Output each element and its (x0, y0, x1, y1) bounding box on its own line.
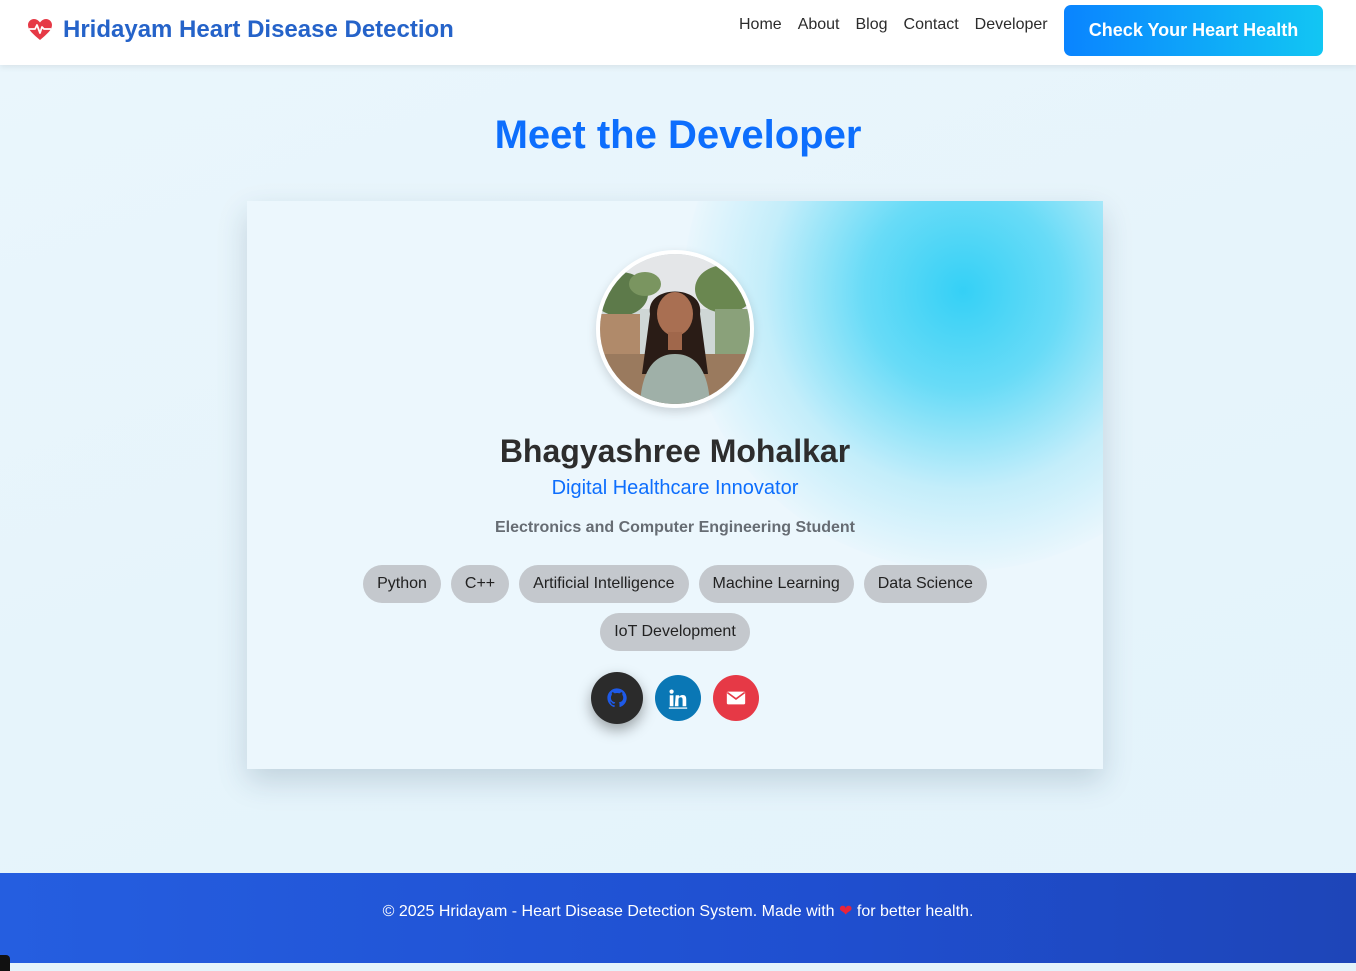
developer-card: Bhagyashree Mohalkar Digital Healthcare … (247, 201, 1103, 769)
developer-role: Digital Healthcare Innovator (551, 477, 799, 499)
footer: © 2025 Hridayam - Heart Disease Detectio… (0, 873, 1356, 963)
github-icon (606, 687, 628, 709)
social-links (247, 672, 1103, 724)
nav-developer[interactable]: Developer (975, 16, 1048, 34)
github-link[interactable] (591, 672, 643, 724)
card-glow-decoration (683, 201, 1103, 571)
skill-chip: IoT Development (600, 613, 750, 651)
heart-pulse-icon (27, 18, 53, 42)
nav-blog[interactable]: Blog (856, 16, 888, 34)
nav-contact[interactable]: Contact (904, 16, 959, 34)
check-heart-health-button[interactable]: Check Your Heart Health (1064, 5, 1323, 56)
linkedin-icon (667, 687, 689, 709)
skill-chip: C++ (450, 565, 510, 603)
footer-copyright: © 2025 Hridayam - Heart Disease Detectio… (382, 903, 835, 920)
skills-list: Python C++ Artificial Intelligence Machi… (347, 565, 1003, 651)
email-link[interactable] (713, 675, 759, 721)
skill-chip: Data Science (863, 565, 987, 603)
skill-chip: Python (363, 565, 441, 603)
linkedin-link[interactable] (655, 675, 701, 721)
developer-name: Bhagyashree Mohalkar (499, 433, 851, 469)
footer-text: © 2025 Hridayam - Heart Disease Detectio… (0, 901, 1356, 921)
skill-chip: Artificial Intelligence (519, 565, 689, 603)
skill-chip: Machine Learning (698, 565, 854, 603)
main-nav: Home About Blog Contact Developer (739, 16, 1048, 34)
nav-home[interactable]: Home (739, 16, 782, 34)
heart-icon: ❤ (839, 903, 853, 920)
nav-about[interactable]: About (798, 16, 840, 34)
developer-avatar (596, 250, 754, 408)
developer-education: Electronics and Computer Engineering Stu… (494, 519, 856, 536)
footer-tagline: for better health. (856, 903, 974, 920)
corner-widget (0, 955, 10, 971)
email-icon (725, 687, 747, 709)
brand-title: Hridayam Heart Disease Detection (63, 16, 454, 43)
page-title: Meet the Developer (494, 113, 862, 157)
navbar: Hridayam Heart Disease Detection Home Ab… (0, 0, 1356, 65)
brand[interactable]: Hridayam Heart Disease Detection (27, 14, 454, 46)
